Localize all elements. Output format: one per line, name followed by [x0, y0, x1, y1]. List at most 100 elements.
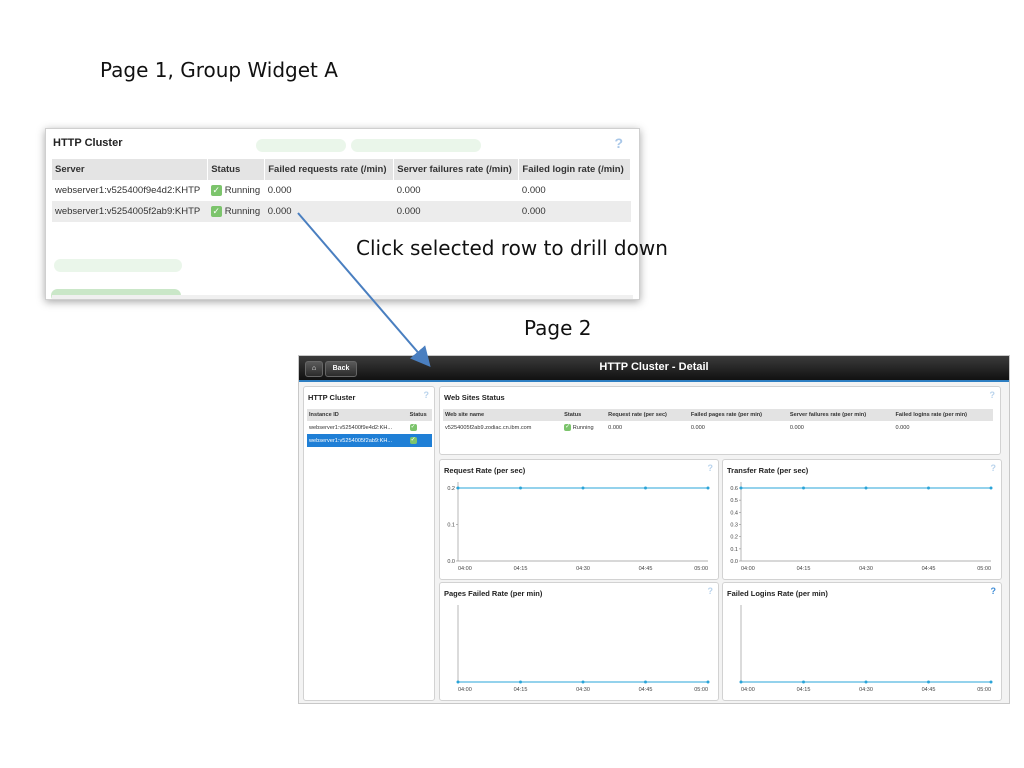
- pages-failed-rate-chart: 04:00 04:15 04:30 04:45 05:00 Pages Failed R…: [439, 582, 719, 701]
- site-name-cell: v5254005f2ab9.zodiac.cn.ibm.com: [445, 424, 532, 431]
- column-header[interactable]: Server: [52, 159, 209, 180]
- help-icon[interactable]: ?: [614, 135, 623, 151]
- data-point: [802, 680, 805, 684]
- data-point: [519, 680, 522, 684]
- panel-title: Web Sites Status: [444, 393, 505, 402]
- x-tick-label: 04:30: [859, 566, 873, 572]
- x-tick-label: 04:00: [458, 687, 472, 693]
- failed-logins-rate-chart: 04:00 04:15 04:30 04:45 05:00 Failed Logins …: [722, 582, 1002, 701]
- running-check-icon: ✓: [564, 424, 572, 431]
- x-tick-label: 05:00: [977, 687, 991, 693]
- server-failures-cell: 0.000: [789, 424, 804, 431]
- x-tick-label: 04:45: [922, 687, 936, 693]
- y-tick-label: 0.2: [447, 486, 455, 492]
- status-cell: ✓ Running: [562, 421, 606, 434]
- http-cluster-widget: HTTP Cluster ? Server Status Failed requ…: [45, 128, 640, 300]
- data-point: [989, 486, 993, 490]
- data-point: [456, 486, 460, 490]
- table-row[interactable]: webserver1:v525400f9e4d2:KHTP ✓ Running 0…: [52, 180, 631, 201]
- help-icon[interactable]: ?: [708, 586, 714, 596]
- column-header[interactable]: Failed requests rate (/min): [264, 159, 395, 180]
- table-row-selected[interactable]: webserver1:v5254005f2ab9:KH... ✓: [307, 434, 432, 447]
- column-header[interactable]: Instance ID: [307, 409, 408, 421]
- x-tick-label: 04:00: [458, 566, 472, 572]
- x-tick-label: 04:45: [639, 687, 653, 693]
- x-tick-label: 04:00: [741, 566, 755, 572]
- data-point: [644, 486, 647, 490]
- chart-title: Transfer Rate (per sec): [727, 466, 809, 475]
- data-point: [739, 486, 743, 490]
- cluster-detail-page: ⌂ Back HTTP Cluster - Detail HTTP Cluste…: [298, 355, 1010, 704]
- data-point: [739, 680, 743, 684]
- instance-cell: webserver1:v5254005f2ab9:KH...: [307, 434, 408, 447]
- request-rate-cell: 0.000: [608, 424, 623, 431]
- drill-down-callout: Click selected row to drill down: [356, 236, 668, 260]
- panel-title: HTTP Cluster: [308, 393, 356, 402]
- x-tick-label: 04:45: [922, 566, 936, 572]
- failed-requests-cell: 0.000: [264, 201, 394, 223]
- chart-title: Pages Failed Rate (per min): [444, 589, 543, 598]
- data-point: [927, 486, 930, 490]
- column-header[interactable]: Status: [207, 159, 266, 180]
- status-cell: ✓ Running: [208, 180, 265, 201]
- cluster-instances-panel: HTTP Cluster ? Instance ID Status webser…: [303, 386, 435, 701]
- server-failures-cell: 0.000: [393, 201, 519, 223]
- running-check-icon: ✓: [210, 206, 222, 218]
- instance-cell: webserver1:v525400f9e4d2:KH...: [309, 424, 393, 431]
- x-tick-label: 04:30: [576, 687, 590, 693]
- status-label: Running: [224, 185, 261, 197]
- page-title: HTTP Cluster - Detail: [599, 361, 709, 373]
- server-cell: webserver1:v525400f9e4d2:KHTP: [55, 185, 201, 196]
- request-rate-chart: 0.0 0.1 0.2 04:00 04:15 04:30 04:45 05:00 Reque…: [439, 459, 719, 580]
- status-cell: ✓: [408, 421, 432, 434]
- column-header[interactable]: Status: [562, 409, 607, 421]
- running-check-icon: ✓: [210, 185, 222, 196]
- chart-title: Failed Logins Rate (per min): [727, 589, 828, 598]
- y-tick-label: 0.0: [447, 559, 455, 565]
- column-header[interactable]: Server failures rate (/min): [393, 159, 520, 180]
- background-blur: [256, 139, 346, 152]
- help-icon[interactable]: ?: [991, 586, 997, 596]
- data-point: [706, 680, 710, 684]
- failed-logins-cell: 0.000: [895, 424, 910, 431]
- help-icon[interactable]: ?: [708, 463, 714, 473]
- page1-heading: Page 1, Group Widget A: [100, 58, 338, 82]
- column-header[interactable]: Request rate (per sec): [606, 409, 689, 421]
- help-icon[interactable]: ?: [424, 390, 430, 400]
- help-icon[interactable]: ?: [991, 463, 997, 473]
- running-check-icon: ✓: [409, 424, 417, 431]
- x-tick-label: 04:30: [859, 687, 873, 693]
- failed-login-cell: 0.000: [521, 185, 546, 196]
- table-row[interactable]: webserver1:v525400f9e4d2:KH... ✓: [307, 421, 432, 434]
- column-header[interactable]: Status: [407, 409, 432, 421]
- x-tick-label: 04:15: [797, 566, 811, 572]
- data-point: [706, 486, 710, 490]
- x-tick-label: 04:30: [576, 566, 590, 572]
- status-cell: ✓ Running: [207, 201, 265, 223]
- data-point: [519, 486, 522, 490]
- chart-title: Request Rate (per sec): [444, 466, 526, 475]
- column-header[interactable]: Failed logins rate (per min): [893, 409, 993, 421]
- table-row-selected[interactable]: webserver1:v5254005f2ab9:KHTP ✓ Running 0…: [52, 201, 631, 223]
- failed-requests-cell: 0.000: [267, 185, 292, 196]
- data-point: [864, 680, 868, 684]
- column-header[interactable]: Web site name: [443, 409, 563, 421]
- x-tick-label: 04:45: [639, 566, 653, 572]
- page2-heading: Page 2: [524, 316, 592, 340]
- help-icon[interactable]: ?: [990, 390, 996, 400]
- y-tick-label: 0.6: [730, 486, 738, 492]
- failed-login-cell: 0.000: [518, 201, 631, 223]
- y-tick-label: 0.2: [730, 535, 738, 541]
- column-header[interactable]: Failed pages rate (per min): [688, 409, 788, 421]
- x-tick-label: 05:00: [694, 687, 708, 693]
- y-tick-label: 0.3: [730, 523, 738, 529]
- table-row[interactable]: v5254005f2ab9.zodiac.cn.ibm.com ✓ Runnin…: [443, 421, 993, 434]
- column-header[interactable]: Failed login rate (/min): [518, 159, 631, 180]
- server-failures-cell: 0.000: [396, 185, 421, 196]
- column-header[interactable]: Server failures rate (per min): [787, 409, 894, 421]
- web-sites-table: Web site name Status Request rate (per s…: [443, 409, 993, 434]
- running-check-icon: ✓: [409, 437, 417, 444]
- y-tick-label: 0.5: [730, 498, 738, 504]
- instance-table: Instance ID Status webserver1:v525400f9e…: [307, 409, 432, 447]
- background-blur: [351, 139, 481, 152]
